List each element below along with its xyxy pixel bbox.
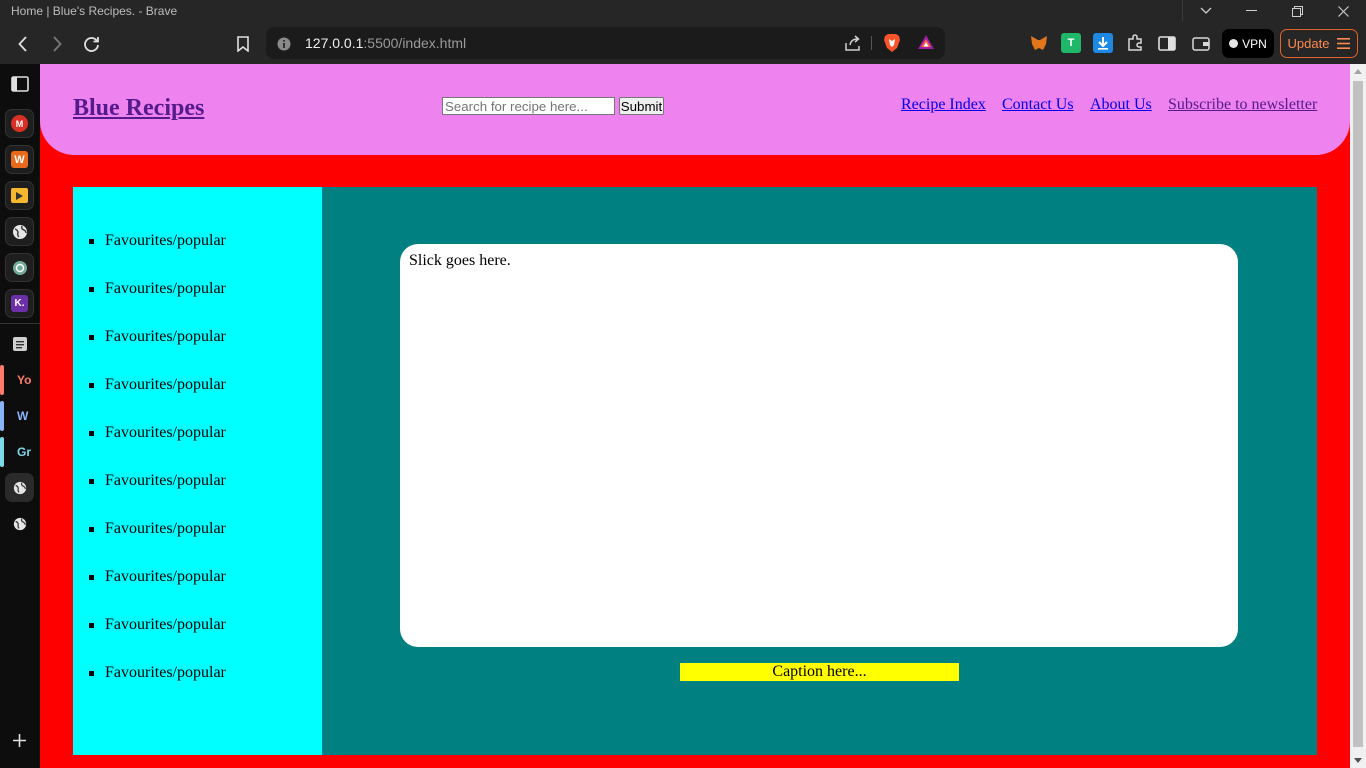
menu-icon: [1337, 38, 1351, 49]
restore-icon[interactable]: [1274, 0, 1320, 22]
window-title: Home | Blue's Recipes. - Brave: [11, 4, 178, 18]
vpn-button[interactable]: VPN: [1222, 29, 1274, 58]
url-path: :5500/index.html: [363, 35, 467, 51]
list-item: Favourites/popular: [73, 568, 226, 616]
nav-subscribe-newsletter[interactable]: Subscribe to newsletter: [1168, 96, 1317, 114]
sidebar-toggle-icon[interactable]: [1157, 33, 1177, 53]
site-header: Blue Recipes Submit Recipe Index Contact…: [40, 64, 1350, 155]
scroll-up-icon[interactable]: [1354, 69, 1362, 74]
url-host: 127.0.0.1: [305, 35, 364, 51]
media-app-icon[interactable]: [5, 181, 34, 210]
list-item: Favourites/popular: [73, 664, 226, 712]
globe-tab-icon[interactable]: [5, 473, 34, 502]
window-titlebar: Home | Blue's Recipes. - Brave: [0, 0, 1366, 24]
office-app-icon[interactable]: W: [5, 145, 34, 174]
list-item: Favourites/popular: [73, 616, 226, 664]
wallet-icon[interactable]: [1191, 33, 1211, 53]
metamask-extension-icon[interactable]: [1029, 33, 1049, 53]
sidebar-tab-label: Gr: [17, 445, 32, 459]
reading-list-icon[interactable]: [5, 329, 34, 358]
sidebar-tab-1[interactable]: Yo: [0, 365, 40, 395]
sidebar-panel-icon[interactable]: [5, 69, 34, 98]
site-logo-link[interactable]: Blue Recipes: [73, 95, 204, 122]
page-scrollbar[interactable]: [1350, 64, 1366, 768]
grammar-extension-icon[interactable]: T: [1061, 33, 1081, 53]
slider-container: Slick goes here.: [400, 244, 1238, 647]
list-item: Favourites/popular: [73, 328, 226, 376]
nav-about-us[interactable]: About Us: [1090, 96, 1152, 114]
sidebar-tab-label: W: [17, 409, 29, 423]
sidebar-tab-indicator: [0, 401, 4, 431]
list-item: Favourites/popular: [73, 472, 226, 520]
brave-rewards-icon[interactable]: [917, 34, 935, 54]
address-bar[interactable]: 127.0.0.1:5500/index.html: [266, 27, 945, 59]
globe-app-icon[interactable]: [5, 217, 34, 246]
download-extension-icon[interactable]: [1093, 33, 1113, 53]
nav-recipe-index[interactable]: Recipe Index: [901, 96, 986, 114]
klaviyo-app-icon[interactable]: K.: [5, 289, 34, 318]
side-panel-divider: [0, 323, 40, 324]
add-icon[interactable]: [5, 726, 34, 755]
gmail-app-icon[interactable]: M: [5, 109, 34, 138]
share-icon[interactable]: [844, 34, 862, 56]
minimize-icon[interactable]: [1228, 0, 1274, 22]
close-window-icon[interactable]: [1320, 0, 1366, 22]
list-item: Favourites/popular: [73, 376, 226, 424]
browser-side-panel: M W K. Yo W Gr: [0, 64, 40, 768]
tab-search-chevron-icon[interactable]: [1182, 0, 1228, 22]
sidebar-tab-label: Yo: [17, 373, 32, 387]
recipe-search-input[interactable]: [442, 97, 615, 115]
browser-toolbar: 127.0.0.1:5500/index.html T VPN Update: [0, 24, 1366, 64]
reload-icon[interactable]: [79, 32, 103, 56]
urlbar-divider: [871, 36, 872, 50]
main-content: Favourites/popular Favourites/popular Fa…: [73, 187, 1317, 755]
update-label: Update: [1287, 36, 1330, 51]
scrollbar-thumb[interactable]: [1353, 81, 1363, 747]
url-text[interactable]: 127.0.0.1:5500/index.html: [305, 35, 466, 51]
brave-shields-icon[interactable]: [883, 33, 901, 57]
sidebar-tab-indicator: [0, 437, 4, 467]
vpn-status-icon: [1229, 39, 1239, 48]
chatgpt-app-icon[interactable]: [5, 253, 34, 282]
site-info-icon[interactable]: [277, 36, 291, 55]
vpn-label: VPN: [1242, 36, 1267, 51]
extensions-puzzle-icon[interactable]: [1125, 33, 1145, 53]
scroll-down-icon[interactable]: [1354, 758, 1362, 763]
bookmark-icon[interactable]: [231, 32, 255, 56]
globe-tab-icon[interactable]: [5, 509, 34, 538]
sidebar-tab-2[interactable]: W: [0, 401, 40, 431]
list-item: Favourites/popular: [73, 424, 226, 472]
nav-contact-us[interactable]: Contact Us: [1002, 96, 1074, 114]
page-viewport: Blue Recipes Submit Recipe Index Contact…: [40, 64, 1350, 768]
list-item: Favourites/popular: [73, 232, 226, 280]
update-button[interactable]: Update: [1280, 29, 1358, 58]
sidebar-tab-3[interactable]: Gr: [0, 437, 40, 467]
sidebar-tab-indicator: [0, 365, 4, 395]
favourites-sidebar: Favourites/popular Favourites/popular Fa…: [73, 187, 322, 755]
list-item: Favourites/popular: [73, 280, 226, 328]
forward-icon[interactable]: [45, 32, 69, 56]
favourites-list: Favourites/popular Favourites/popular Fa…: [73, 232, 226, 712]
slider-placeholder-text: Slick goes here.: [409, 252, 511, 269]
slider-caption: Caption here...: [680, 663, 959, 681]
search-submit-button[interactable]: Submit: [619, 97, 664, 115]
back-icon[interactable]: [11, 32, 35, 56]
list-item: Favourites/popular: [73, 520, 226, 568]
